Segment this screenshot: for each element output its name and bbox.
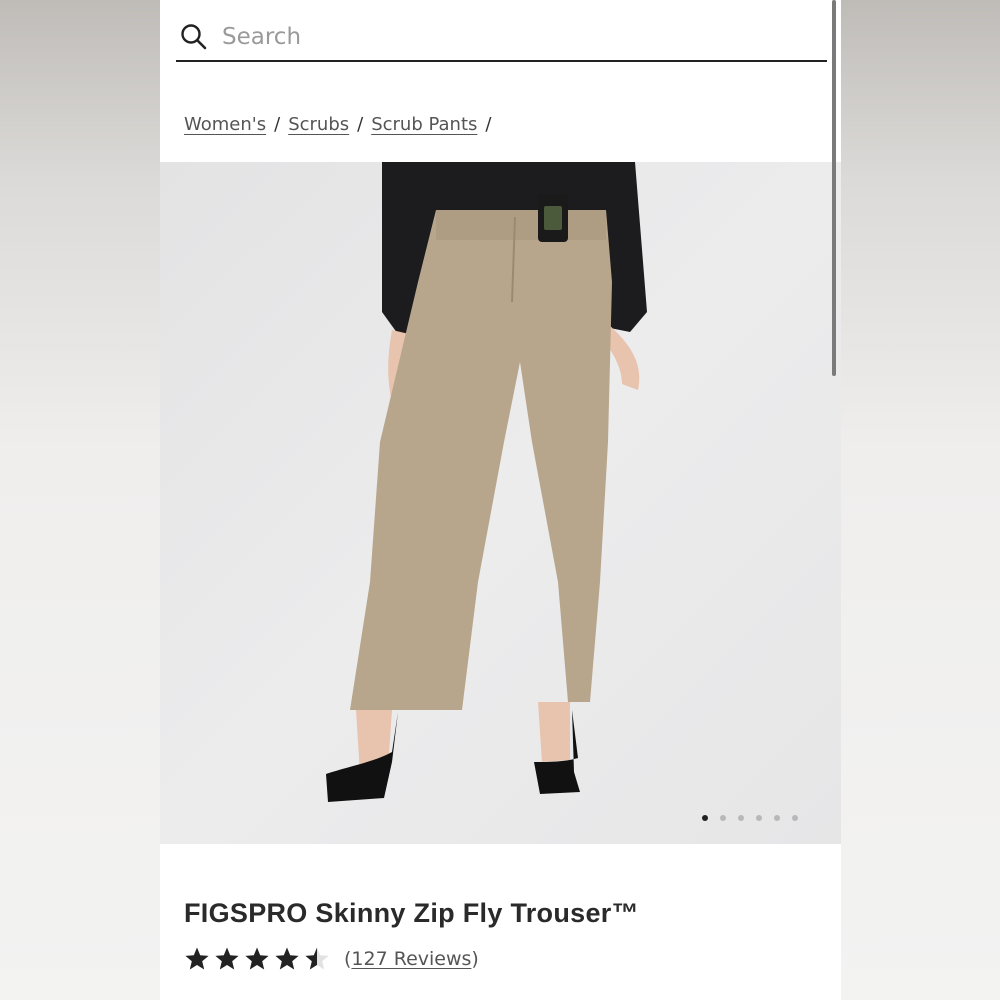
- breadcrumb: Women's / Scrubs / Scrub Pants /: [184, 114, 499, 135]
- search-bar[interactable]: [176, 14, 827, 62]
- reviews-paren-close: ): [471, 948, 479, 970]
- reviews-count: 127 Reviews: [351, 948, 472, 970]
- gallery-dot-active[interactable]: [702, 815, 708, 821]
- star-full-icon: [185, 947, 209, 970]
- search-icon[interactable]: [180, 23, 208, 51]
- breadcrumb-separator: /: [274, 114, 281, 135]
- breadcrumb-scrubs[interactable]: Scrubs: [288, 114, 349, 135]
- scrollbar[interactable]: [832, 0, 836, 376]
- breadcrumb-scrub-pants[interactable]: Scrub Pants: [371, 114, 477, 135]
- product-photo: [326, 162, 647, 802]
- product-image-gallery[interactable]: [160, 162, 841, 844]
- gallery-dot[interactable]: [738, 815, 744, 821]
- reviews-link[interactable]: (127 Reviews): [344, 948, 479, 970]
- breadcrumb-separator: /: [485, 114, 492, 135]
- breadcrumb-separator: /: [357, 114, 364, 135]
- star-half-icon: [305, 947, 329, 970]
- search-input[interactable]: [222, 17, 782, 57]
- product-page: Women's / Scrubs / Scrub Pants /: [160, 0, 841, 1000]
- product-title: FIGSPRO Skinny Zip Fly Trouser™: [184, 898, 639, 928]
- breadcrumb-womens[interactable]: Women's: [184, 114, 266, 135]
- gallery-dot[interactable]: [756, 815, 762, 821]
- background-right: [841, 0, 1000, 1000]
- gallery-pagination: [702, 815, 798, 821]
- gallery-dot[interactable]: [720, 815, 726, 821]
- star-rating: [184, 946, 330, 972]
- background-left: [0, 0, 160, 1000]
- product-rating: (127 Reviews): [184, 946, 479, 972]
- gallery-dot[interactable]: [792, 815, 798, 821]
- gallery-dot[interactable]: [774, 815, 780, 821]
- star-full-icon: [215, 947, 239, 970]
- star-full-icon: [275, 947, 299, 970]
- star-full-icon: [245, 947, 269, 970]
